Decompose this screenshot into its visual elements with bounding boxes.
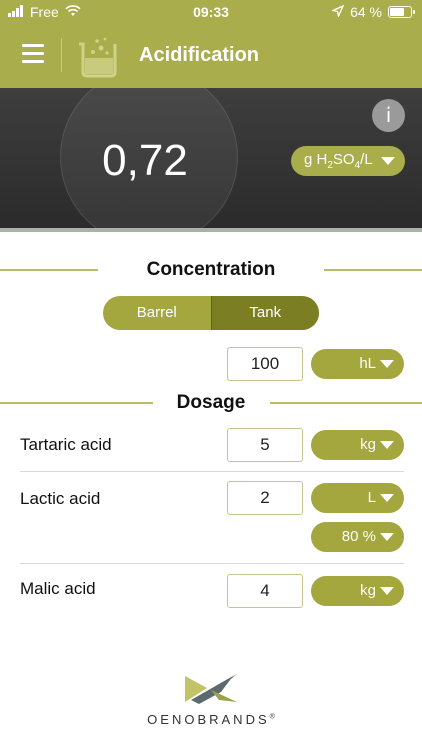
container-type-toggle: Barrel Tank	[103, 296, 319, 330]
chevron-down-icon	[380, 441, 394, 449]
hero-bottom-strip	[0, 228, 422, 232]
brand-name: OENOBRANDS®	[147, 712, 275, 727]
result-panel: 0,72 i g H2SO4/L	[0, 88, 422, 228]
chevron-down-icon	[380, 587, 394, 595]
hamburger-menu-button[interactable]	[22, 44, 44, 64]
result-value: 0,72	[102, 136, 188, 185]
tartaric-acid-unit-label: kg	[360, 436, 376, 453]
result-unit-dropdown[interactable]: g H2SO4/L	[291, 146, 405, 176]
info-button[interactable]: i	[372, 99, 405, 132]
location-icon	[330, 4, 345, 20]
volume-unit-label: hL	[359, 355, 376, 372]
malic-acid-input[interactable]: 4	[227, 574, 303, 608]
malic-acid-label: Malic acid	[20, 579, 96, 598]
divider-line	[270, 402, 422, 404]
lactic-acid-input[interactable]: 2	[227, 481, 303, 515]
lactic-acid-concentration-label: 80 %	[341, 528, 376, 545]
result-unit-label: g H2SO4/L	[304, 151, 373, 171]
row-divider	[20, 471, 404, 472]
chevron-down-icon	[380, 360, 394, 368]
battery-icon	[388, 6, 415, 18]
tartaric-acid-input[interactable]: 5	[227, 428, 303, 462]
dosage-section-header: Dosage	[0, 390, 422, 416]
lactic-acid-unit-label: L	[367, 489, 376, 506]
chevron-down-icon	[380, 533, 394, 541]
concentration-section-header: Concentration	[0, 257, 422, 283]
row-divider	[20, 563, 404, 564]
oenobrands-logo-icon	[181, 672, 241, 711]
page-title: Acidification	[139, 44, 260, 66]
chevron-down-icon	[381, 157, 395, 165]
battery-percent: 64 %	[350, 4, 382, 20]
volume-unit-dropdown[interactable]: hL	[311, 349, 404, 379]
status-bar: Free 09:33 64 %	[0, 0, 422, 26]
nav-bar: Acidification	[0, 26, 422, 88]
tartaric-acid-label: Tartaric acid	[20, 435, 112, 454]
malic-acid-unit-dropdown[interactable]: kg	[311, 576, 404, 606]
lactic-acid-concentration-dropdown[interactable]: 80 %	[311, 522, 404, 552]
divider-line	[324, 269, 422, 271]
malic-acid-unit-label: kg	[360, 582, 376, 599]
lactic-acid-unit-dropdown[interactable]: L	[311, 483, 404, 513]
tab-tank[interactable]: Tank	[211, 296, 319, 330]
tab-barrel[interactable]: Barrel	[103, 296, 211, 330]
volume-input[interactable]: 100	[227, 347, 303, 381]
nav-divider	[61, 38, 62, 72]
chevron-down-icon	[380, 494, 394, 502]
beaker-icon	[76, 34, 122, 83]
lactic-acid-label: Lactic acid	[20, 489, 101, 508]
tartaric-acid-unit-dropdown[interactable]: kg	[311, 430, 404, 460]
